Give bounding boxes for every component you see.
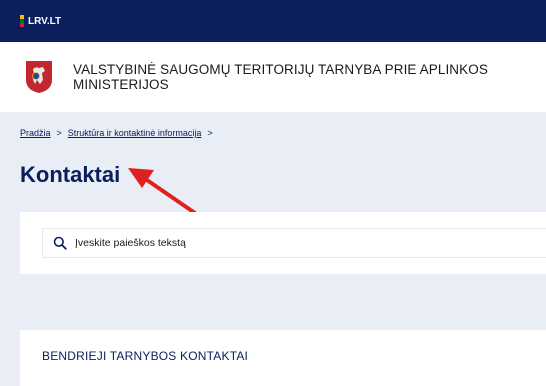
breadcrumb-home-link[interactable]: Pradžia bbox=[20, 128, 51, 138]
breadcrumb-separator: > bbox=[56, 128, 62, 138]
breadcrumb-separator: > bbox=[207, 128, 213, 138]
search-icon[interactable] bbox=[53, 236, 67, 250]
breadcrumb-structure-link[interactable]: Struktūra ir kontaktinė informacija bbox=[68, 128, 202, 138]
lithuanian-flag-icon bbox=[20, 15, 24, 27]
breadcrumb: Pradžia > Struktūra ir kontaktinė inform… bbox=[20, 128, 213, 138]
coat-of-arms-icon[interactable] bbox=[25, 60, 53, 94]
search-box[interactable] bbox=[42, 228, 546, 258]
top-bar: LRV.LT bbox=[0, 0, 546, 42]
general-contacts-section: BENDRIEJI TARNYBOS KONTAKTAI bbox=[20, 330, 546, 386]
page-title: Kontaktai bbox=[20, 162, 121, 187]
search-input[interactable] bbox=[73, 236, 497, 250]
lrv-link-label: LRV.LT bbox=[28, 15, 62, 27]
section-heading[interactable]: BENDRIEJI TARNYBOS KONTAKTAI bbox=[42, 349, 248, 363]
institution-name[interactable]: VALSTYBINĖ SAUGOMŲ TERITORIJŲ TARNYBA PR… bbox=[73, 62, 543, 92]
site-header: VALSTYBINĖ SAUGOMŲ TERITORIJŲ TARNYBA PR… bbox=[0, 42, 546, 112]
search-panel bbox=[20, 212, 546, 274]
lrv-link[interactable]: LRV.LT bbox=[20, 15, 61, 27]
